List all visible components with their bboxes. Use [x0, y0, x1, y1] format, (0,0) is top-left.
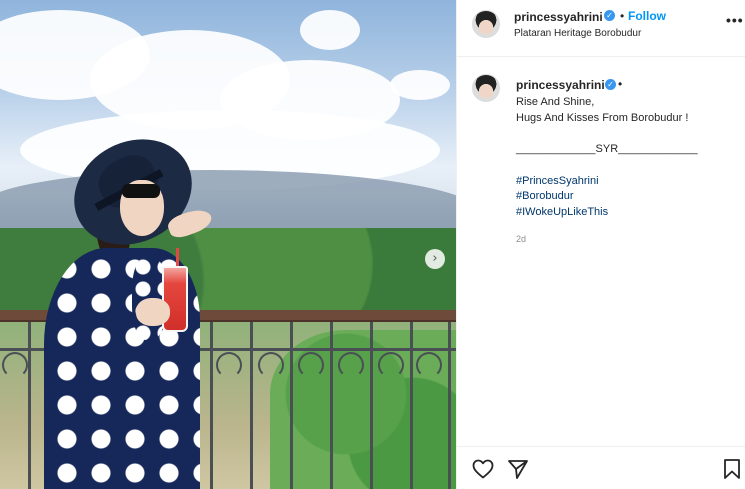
username-link[interactable]: princessyahrini: [514, 10, 603, 24]
location-link[interactable]: Plataran Heritage Borobudur: [514, 28, 641, 39]
railing-bar: [448, 322, 451, 489]
railing-ornament: [416, 352, 442, 378]
action-bar: [457, 446, 745, 489]
more-options-icon[interactable]: •••: [726, 12, 744, 28]
caption-line: Hugs And Kisses From Borobudur !: [516, 111, 689, 124]
caption-text: Rise And Shine, Hugs And Kisses From Bor…: [516, 95, 736, 248]
railing-ornament: [298, 352, 324, 378]
post-sidebar: princessyahrini ✓ • Follow Plataran Heri…: [456, 0, 745, 489]
caption-username-link[interactable]: princessyahrini: [516, 78, 605, 92]
hashtag-link[interactable]: #Borobudur: [516, 189, 736, 205]
caption-line: Rise And Shine,: [516, 96, 595, 108]
railing-ornament: [338, 352, 364, 378]
railing-bar: [410, 322, 413, 489]
railing-bar: [28, 322, 31, 489]
railing-bar: [290, 322, 293, 489]
railing-ornament: [2, 352, 28, 378]
railing-bar: [210, 322, 213, 489]
hashtag-link[interactable]: #IWokeUpLikeThis: [516, 205, 736, 221]
separator-dot: •: [618, 77, 623, 91]
drink-glass: [162, 266, 188, 332]
verified-badge-icon: ✓: [605, 79, 616, 90]
post-photo[interactable]: ›: [0, 0, 456, 489]
cloud: [300, 10, 360, 50]
separator-dot: •: [620, 9, 625, 23]
carousel-next-button[interactable]: ›: [425, 249, 445, 269]
heart-icon[interactable]: [471, 457, 495, 481]
hashtag-list: #PrincesSyahrini #Borobudur #IWokeUpLike…: [516, 174, 736, 221]
bookmark-icon[interactable]: [720, 457, 744, 481]
caption-signature: _____________SYR_____________: [516, 143, 698, 155]
verified-badge-icon: ✓: [604, 10, 615, 21]
share-icon[interactable]: [506, 457, 530, 481]
railing-ornament: [378, 352, 404, 378]
railing-ornament: [258, 352, 284, 378]
railing-bar: [250, 322, 253, 489]
sunglasses: [122, 184, 160, 198]
railing-ornament: [216, 352, 242, 378]
hashtag-link[interactable]: #PrincesSyahrini: [516, 174, 736, 190]
cloud: [390, 70, 450, 100]
avatar[interactable]: [472, 74, 500, 102]
railing-bar: [370, 322, 373, 489]
avatar[interactable]: [472, 10, 500, 38]
post-header: princessyahrini ✓ • Follow Plataran Heri…: [457, 0, 745, 57]
follow-button[interactable]: Follow: [628, 9, 666, 23]
railing-bar: [330, 322, 333, 489]
holding-hand: [136, 298, 170, 326]
post-timestamp[interactable]: 2d: [516, 232, 736, 248]
